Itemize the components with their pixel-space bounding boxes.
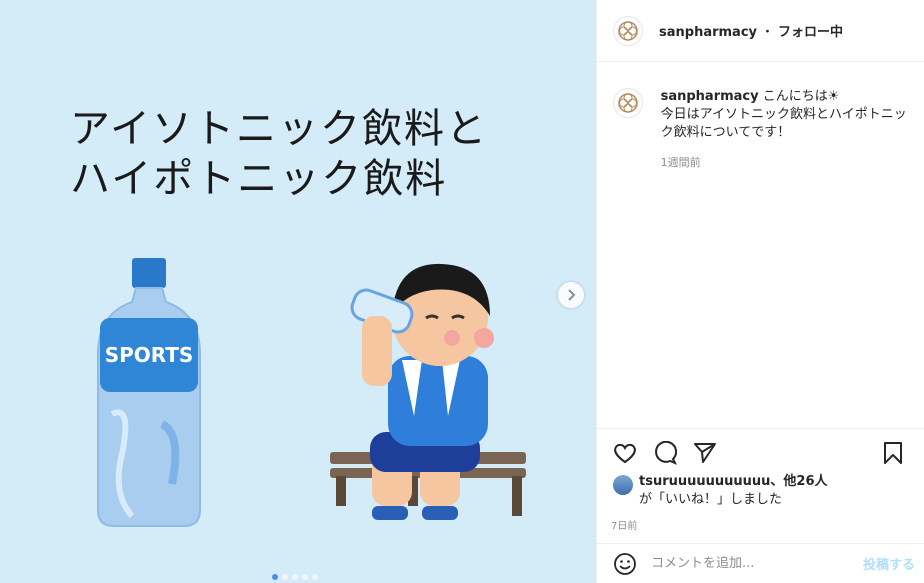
post-caption: sanpharmacy こんにちは☀ 今日はアイソトニック飲料とハイポトニック飲…	[613, 88, 913, 172]
next-slide-button[interactable]	[558, 282, 584, 308]
boy-drinking-illustration	[330, 263, 526, 520]
headline-line-1: アイソトニック飲料と	[70, 106, 488, 152]
post-header: sanpharmacy ・フォロー中	[597, 0, 924, 62]
slide-dot	[272, 574, 278, 580]
share-button[interactable]	[691, 439, 719, 467]
sports-bottle-illustration: SPORTS	[97, 258, 201, 527]
post-actions: tsuruuuuuuuuuuu、他26人 が「いいね！」しました 7日前	[597, 428, 924, 532]
emoji-icon	[614, 552, 636, 575]
slide-dot	[282, 574, 288, 580]
post-headline: アイソトニック飲料と ハイポトニック飲料	[70, 104, 488, 204]
header-username[interactable]: sanpharmacy	[659, 25, 757, 40]
comment-icon	[655, 441, 677, 465]
comment-input[interactable]	[651, 556, 841, 571]
brand-logo-icon	[618, 93, 638, 113]
post-comment-button[interactable]: 投稿する	[863, 554, 915, 573]
instagram-post-modal: アイソトニック飲料と ハイポトニック飲料 SPORTS sanpharmacy …	[0, 0, 924, 583]
caption-text: 今日はアイソトニック飲料とハイポトニック飲料についてです！	[660, 107, 907, 140]
likes-suffix: が「いいね！」しました	[639, 492, 783, 507]
slide-dot	[292, 574, 298, 580]
caption-greeting: こんにちは☀	[762, 89, 840, 104]
slide-indicator	[272, 574, 318, 580]
comment-button[interactable]	[651, 439, 679, 467]
header-separator: ・	[761, 25, 775, 40]
chevron-right-icon	[568, 289, 576, 301]
follow-status-button[interactable]: フォロー中	[778, 25, 843, 40]
avatar[interactable]	[613, 88, 643, 118]
comment-bar: 投稿する	[597, 543, 924, 583]
slide-dot	[302, 574, 308, 580]
slide-dot	[312, 574, 318, 580]
like-button[interactable]	[611, 439, 639, 467]
liker-avatar[interactable]	[613, 475, 633, 495]
post-timestamp[interactable]: 7日前	[597, 517, 924, 532]
send-icon	[694, 443, 716, 463]
avatar[interactable]	[613, 15, 643, 46]
headline-line-2: ハイポトニック飲料	[70, 156, 448, 202]
bookmark-icon	[884, 442, 902, 464]
save-button[interactable]	[879, 439, 907, 467]
caption-username[interactable]: sanpharmacy	[661, 89, 759, 104]
post-sidebar: sanpharmacy ・フォロー中 sanpharmacy こんにちは☀ 今日は…	[596, 0, 924, 583]
brand-logo-icon	[618, 20, 638, 41]
caption-time[interactable]: 1週間前	[661, 154, 913, 172]
heart-icon	[614, 443, 636, 464]
post-image[interactable]: アイソトニック飲料と ハイポトニック飲料 SPORTS	[0, 0, 596, 583]
bottle-label: SPORTS	[105, 343, 194, 367]
likes-summary: tsuruuuuuuuuuuu、他26人 が「いいね！」しました	[597, 473, 924, 509]
